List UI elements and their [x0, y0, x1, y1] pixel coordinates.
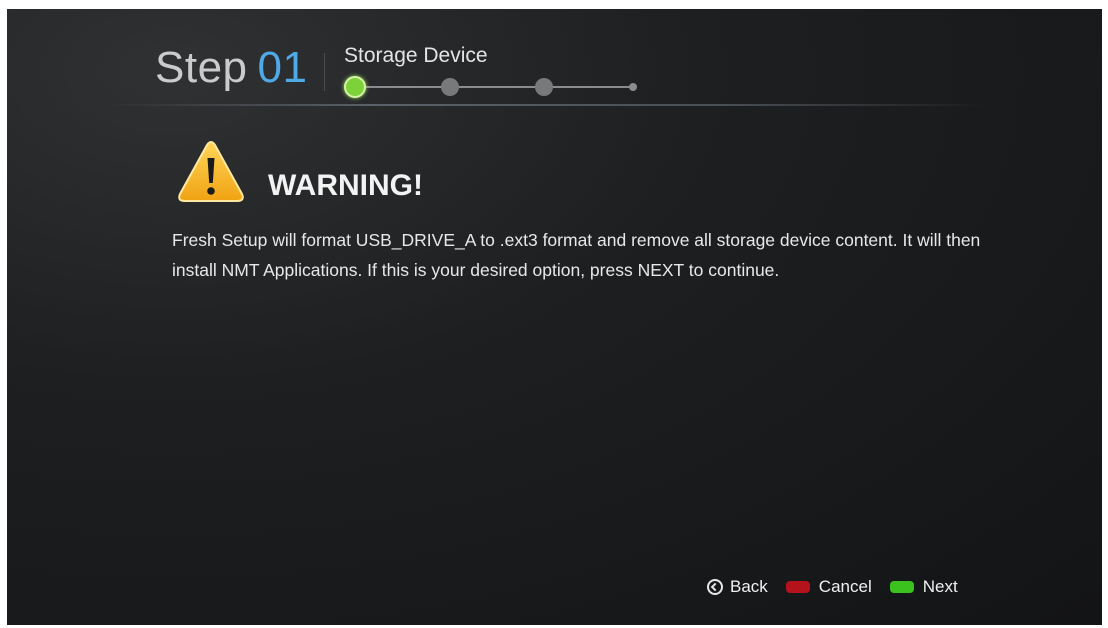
step-name: Storage Device: [344, 44, 488, 67]
header-divider: [107, 104, 987, 106]
step-indicator-2: [441, 78, 459, 96]
step-indicator-3: [535, 78, 553, 96]
warning-triangle-icon: [178, 141, 244, 202]
setup-screen: Step 01 Storage Device WARNING! Fresh Set…: [7, 9, 1102, 625]
step-progress-line: [357, 86, 635, 88]
title-divider: [324, 53, 325, 91]
next-button[interactable]: Next: [923, 577, 958, 597]
back-button[interactable]: Back: [730, 577, 768, 597]
warning-title: WARNING!: [268, 169, 423, 202]
step-title: Step 01: [155, 43, 307, 93]
step-indicator-active: [344, 76, 366, 98]
footer-controls: Back Cancel Next: [707, 575, 958, 599]
cancel-button[interactable]: Cancel: [819, 577, 872, 597]
warning-message: Fresh Setup will format USB_DRIVE_A to .…: [172, 230, 981, 280]
red-key-icon[interactable]: [785, 581, 810, 593]
step-number: 01: [257, 43, 308, 92]
step-word: Step: [155, 43, 248, 92]
green-key-icon[interactable]: [889, 581, 914, 593]
step-indicator-end: [629, 83, 637, 91]
back-icon[interactable]: [707, 579, 723, 595]
